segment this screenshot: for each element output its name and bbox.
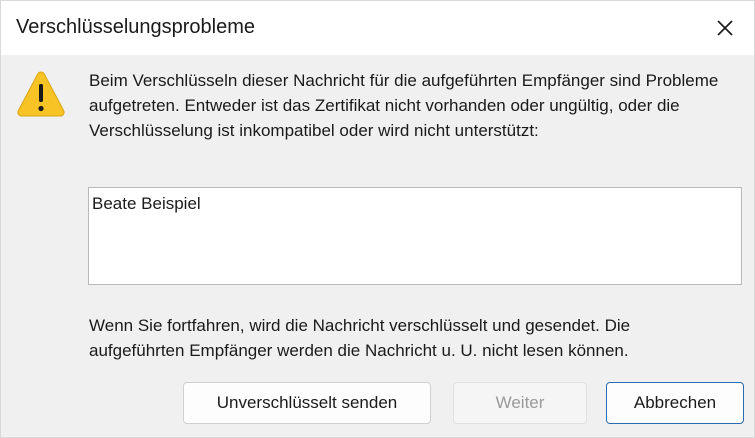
recipient-list[interactable]: Beate Beispiel (88, 187, 742, 285)
encryption-problems-dialog: Verschlüsselungsprobleme Beim Verschlüss… (0, 0, 755, 438)
close-button[interactable] (704, 11, 746, 45)
close-icon (717, 20, 733, 36)
list-item[interactable]: Beate Beispiel (92, 194, 201, 214)
continue-note: Wenn Sie fortfahren, wird die Nachricht … (89, 316, 631, 360)
send-unencrypted-button[interactable]: Unverschlüsselt senden (183, 382, 431, 424)
continue-button[interactable]: Weiter (453, 382, 587, 424)
warning-icon (17, 71, 65, 117)
cancel-button[interactable]: Abbrechen (606, 382, 744, 424)
title-bar: Verschlüsselungsprobleme (1, 1, 754, 55)
problem-message: Beim Verschlüsseln dieser Nachricht für … (89, 71, 719, 140)
dialog-title: Verschlüsselungsprobleme (16, 16, 256, 38)
